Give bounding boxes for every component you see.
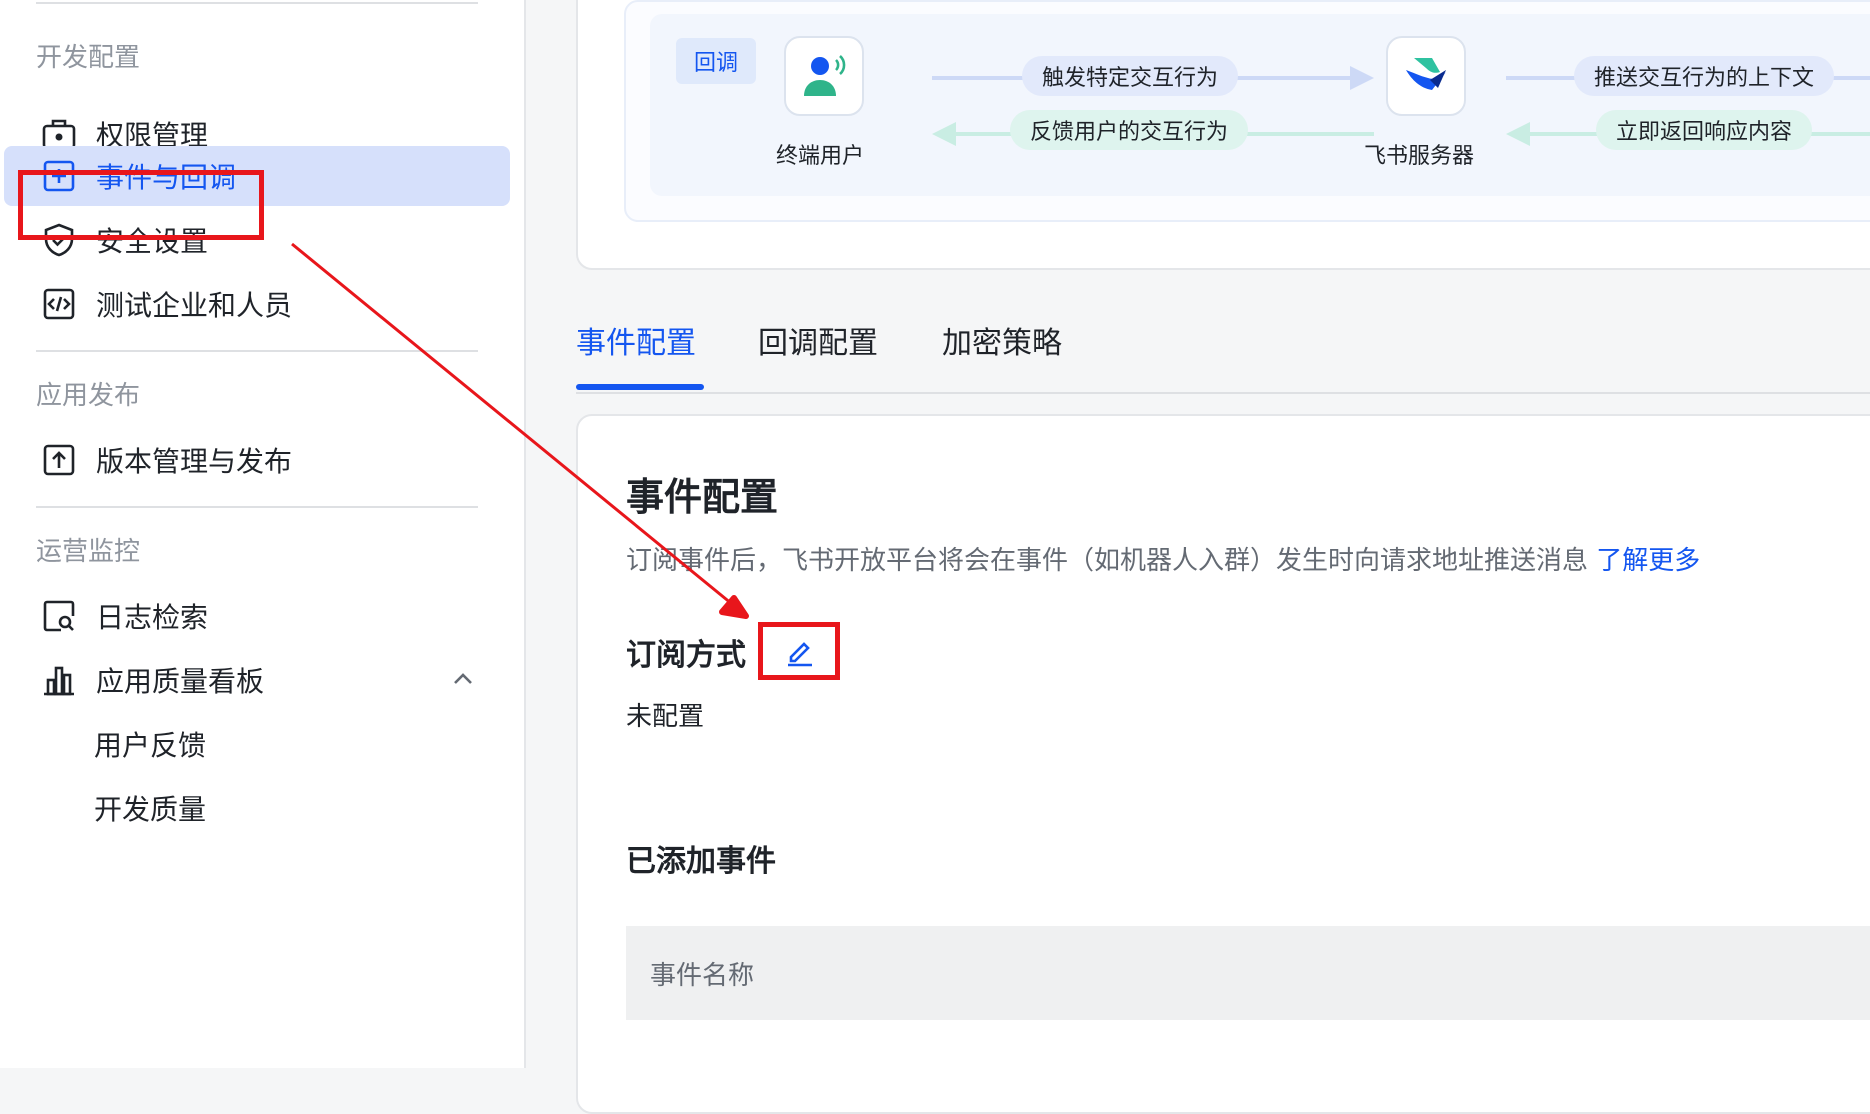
annotation-highlight-edit: [758, 622, 840, 680]
sidebar-divider: [36, 350, 478, 352]
arrow-left-icon: [932, 122, 956, 146]
subscription-mode-label: 订阅方式: [626, 638, 746, 673]
sidebar-item-quality-board[interactable]: 应用质量看板: [4, 644, 510, 716]
sidebar: 开发配置 权限管理 事件与回调 安全设置 测试企业和人员 应用发布 版本管理与发…: [0, 0, 526, 1068]
flow-pill-push: 推送交互行为的上下文: [1574, 56, 1835, 96]
description: 订阅事件后，飞书开放平台将会在事件（如机器人入群）发生时向请求地址推送消息 了解…: [626, 540, 1700, 577]
sidebar-item-label: 开发质量: [94, 793, 207, 826]
section-title-monitoring: 运营监控: [36, 537, 141, 567]
end-user-icon: [784, 36, 864, 116]
column-header-event-name: 事件名称: [650, 960, 755, 991]
tab-callback-config[interactable]: 回调配置: [758, 318, 878, 390]
end-user-label: 终端用户: [776, 144, 865, 169]
log-search-icon: [40, 597, 78, 635]
config-tabs: 事件配置 回调配置 加密策略: [576, 318, 1870, 394]
code-square-icon: [40, 285, 78, 323]
section-title-publish: 应用发布: [36, 381, 141, 411]
sidebar-item-label: 测试企业和人员: [96, 289, 293, 322]
flow-pill-trigger: 触发特定交互行为: [1022, 56, 1239, 96]
sidebar-item-user-feedback[interactable]: 用户反馈: [4, 708, 510, 780]
section-title-dev-config: 开发配置: [36, 43, 141, 73]
chevron-up-icon[interactable]: [450, 666, 476, 692]
flow-pill-return: 立即返回响应内容: [1596, 110, 1813, 150]
sidebar-divider: [36, 2, 478, 4]
sidebar-item-label: 版本管理与发布: [96, 445, 293, 478]
sidebar-item-label: 日志检索: [96, 601, 209, 634]
active-tab-indicator: [576, 384, 704, 390]
annotation-highlight-sidebar: [18, 170, 264, 240]
bar-chart-icon: [40, 661, 78, 699]
feishu-server-icon: [1386, 36, 1466, 116]
events-table-header: 事件名称: [626, 926, 1870, 1020]
page-title: 事件配置: [626, 475, 779, 519]
sidebar-item-label: 用户反馈: [94, 729, 207, 762]
tab-event-config[interactable]: 事件配置: [576, 318, 696, 390]
learn-more-link[interactable]: 了解更多: [1596, 546, 1700, 576]
feishu-server-label: 飞书服务器: [1364, 144, 1475, 169]
sidebar-item-dev-quality[interactable]: 开发质量: [4, 772, 510, 844]
sidebar-item-label: 应用质量看板: [96, 665, 265, 698]
upload-square-icon: [40, 441, 78, 479]
arrow-right-icon: [1350, 66, 1374, 90]
sidebar-item-log-search[interactable]: 日志检索: [4, 580, 510, 652]
sidebar-divider: [36, 506, 478, 508]
sidebar-item-test-org[interactable]: 测试企业和人员: [4, 268, 510, 340]
main-content: 回调 终端用户 飞书服务器 触发特定交互行为 反馈用户的交互行为 推送交互行为的…: [528, 0, 1870, 1114]
added-events-title: 已添加事件: [626, 844, 776, 879]
arrow-left-icon: [1506, 122, 1530, 146]
description-text: 订阅事件后，飞书开放平台将会在事件（如机器人入群）发生时向请求地址推送消息: [626, 546, 1589, 576]
subscription-mode-value: 未配置: [626, 702, 705, 732]
flow-pill-feedback: 反馈用户的交互行为: [1010, 110, 1249, 150]
tab-encryption[interactable]: 加密策略: [942, 318, 1062, 390]
callback-tag: 回调: [676, 38, 756, 84]
sidebar-item-version-release[interactable]: 版本管理与发布: [4, 424, 510, 496]
